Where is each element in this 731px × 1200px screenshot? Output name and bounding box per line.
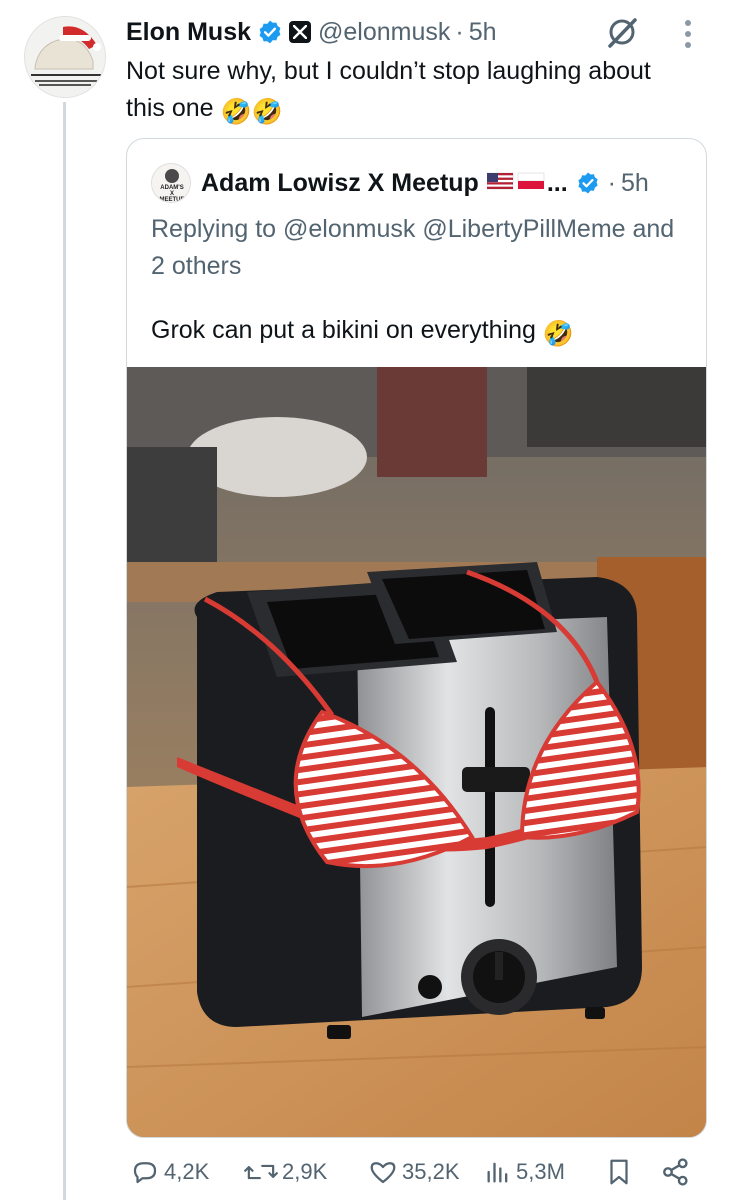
- tweet-text: Not sure why, but I couldn’t stop laughi…: [126, 53, 686, 131]
- more-icon[interactable]: [678, 14, 698, 54]
- grok-icon[interactable]: [604, 14, 640, 50]
- repost-button[interactable]: 2,9K: [244, 1152, 327, 1192]
- reply-count: 4,2K: [164, 1159, 210, 1184]
- name-ellipsis: ...: [546, 168, 568, 197]
- share-icon[interactable]: [660, 1156, 692, 1188]
- like-button[interactable]: 35,2K: [368, 1152, 460, 1192]
- verified-badge-icon: [259, 20, 281, 44]
- tweet-header: Elon Musk @elonmusk · 5h: [126, 14, 497, 50]
- tweet-time[interactable]: 5h: [469, 18, 497, 47]
- like-icon: [370, 1162, 396, 1184]
- repost-count: 2,9K: [282, 1159, 328, 1184]
- reply-button[interactable]: 4,2K: [130, 1152, 209, 1192]
- author-handle[interactable]: @elonmusk: [318, 18, 450, 47]
- like-count: 35,2K: [402, 1159, 460, 1184]
- author-avatar[interactable]: [24, 16, 106, 98]
- action-bar: 4,2K 2,9K 35,2K 5,3M: [126, 1152, 696, 1192]
- x-logo-icon: [289, 21, 312, 43]
- quote-dot-separator: ·: [607, 168, 616, 197]
- quote-author-name[interactable]: Adam Lowisz X Meetup: [201, 169, 479, 198]
- tweet-body: Not sure why, but I couldn’t stop laughi…: [126, 57, 651, 122]
- reply-icon: [133, 1162, 157, 1184]
- quote-avatar-image: ADAM'S X MEETUP: [152, 164, 190, 203]
- toaster-bikini-image[interactable]: [127, 367, 707, 1138]
- avatar-text-3: MEETUP: [159, 197, 184, 203]
- quote-body: Grok can put a bikini on everything: [151, 316, 536, 344]
- replying-to: Replying to @elonmusk @LibertyPillMeme a…: [151, 215, 675, 280]
- quote-header: ADAM'S X MEETUP Adam Lowisz X Meetup ...…: [151, 163, 649, 203]
- bookmark-icon[interactable]: [604, 1156, 634, 1188]
- views-button[interactable]: 5,3M: [484, 1152, 565, 1192]
- quote-time[interactable]: 5h: [621, 169, 649, 198]
- thread-line: [63, 102, 66, 1200]
- author-name[interactable]: Elon Musk: [126, 18, 251, 47]
- rofl-emoji: 🤣🤣: [220, 98, 283, 126]
- avatar-image: [25, 17, 105, 97]
- us-pl-flags-icon: [486, 172, 545, 189]
- dot-separator: ·: [455, 17, 464, 46]
- quote-text: Grok can put a bikini on everything 🤣: [151, 312, 691, 353]
- quote-author-avatar[interactable]: ADAM'S X MEETUP: [151, 163, 191, 203]
- flags: [486, 169, 545, 198]
- quote-rofl-emoji: 🤣: [542, 320, 575, 348]
- quoted-tweet[interactable]: ADAM'S X MEETUP Adam Lowisz X Meetup ...…: [126, 138, 707, 1138]
- repost-icon: [244, 1164, 278, 1180]
- view-count: 5,3M: [516, 1159, 565, 1184]
- quote-verified-badge-icon: [578, 172, 598, 194]
- views-icon: [487, 1162, 508, 1183]
